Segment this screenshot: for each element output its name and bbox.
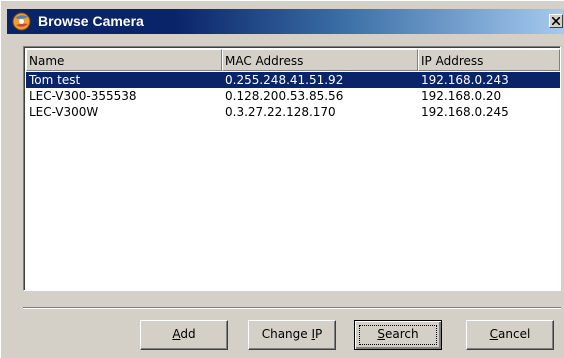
- search-button[interactable]: Search: [354, 320, 442, 350]
- column-header-name[interactable]: Name: [26, 49, 222, 71]
- close-icon: [552, 17, 560, 25]
- cell-ip: 192.168.0.20: [421, 89, 502, 103]
- cell-name: LEC-V300-355538: [29, 89, 137, 103]
- cancel-button[interactable]: Cancel: [466, 320, 554, 350]
- camera-app-icon: [12, 12, 31, 31]
- column-header-ip[interactable]: IP Address: [418, 49, 560, 71]
- add-button-label: Add: [172, 327, 196, 341]
- table-row[interactable]: LEC-V300-355538 0.128.200.53.85.56 192.168…: [26, 88, 560, 104]
- separator: [23, 307, 561, 309]
- list-header: Name MAC Address IP Address: [26, 49, 560, 71]
- column-header-mac[interactable]: MAC Address: [222, 49, 418, 71]
- add-button[interactable]: Add: [140, 320, 228, 350]
- table-row[interactable]: LEC-V300W 0.3.27.22.128.170 192.168.0.245: [26, 104, 560, 120]
- cell-mac: 0.3.27.22.128.170: [225, 105, 336, 119]
- title-bar[interactable]: Browse Camera: [7, 9, 564, 34]
- cell-ip: 192.168.0.245: [421, 105, 509, 119]
- table-row[interactable]: Tom test 0.255.248.41.51.92 192.168.0.243: [26, 72, 560, 88]
- change-ip-button[interactable]: Change IP: [248, 320, 336, 350]
- search-button-label: Search: [377, 327, 419, 341]
- cell-mac: 0.128.200.53.85.56: [225, 89, 344, 103]
- cell-mac: 0.255.248.41.51.92: [225, 73, 344, 87]
- camera-list[interactable]: Name MAC Address IP Address Tom test 0.25…: [23, 46, 561, 291]
- window-title: Browse Camera: [38, 13, 144, 29]
- cancel-button-label: Cancel: [489, 327, 531, 341]
- cell-name: Tom test: [29, 73, 81, 87]
- cell-ip: 192.168.0.243: [421, 73, 509, 87]
- close-button[interactable]: [549, 14, 563, 28]
- cell-name: LEC-V300W: [29, 105, 99, 119]
- change-ip-button-label: Change IP: [261, 327, 323, 341]
- browse-camera-dialog: Browse Camera Name MAC Address IP Addres…: [0, 0, 564, 358]
